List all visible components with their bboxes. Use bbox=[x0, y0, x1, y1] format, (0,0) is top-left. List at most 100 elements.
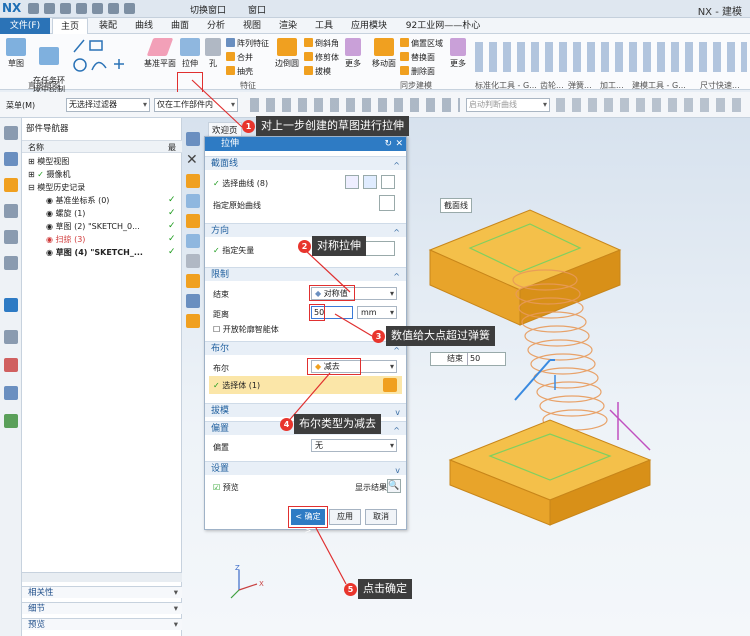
preview-checkbox[interactable]: ☑ 预览 bbox=[213, 482, 239, 493]
tab-home[interactable]: 主页 bbox=[52, 18, 88, 34]
tab-curve[interactable]: 曲线 bbox=[128, 18, 160, 34]
switch-window-button[interactable]: 切换窗口 bbox=[190, 3, 226, 16]
sketch-section-icon[interactable] bbox=[363, 175, 377, 189]
tab-analysis[interactable]: 分析 bbox=[200, 18, 232, 34]
boolean-header[interactable]: 布尔 bbox=[205, 341, 406, 358]
tree-item-sweep[interactable]: ◉ 扫掠 (3) ✓ bbox=[22, 233, 182, 246]
select-curve-label[interactable]: ✓ 选择曲线 (8) bbox=[213, 178, 268, 189]
datum-plane-button[interactable]: 基准平面 bbox=[144, 38, 176, 69]
sketch-button[interactable]: 草图 bbox=[4, 38, 28, 69]
section-header[interactable]: 截面线 bbox=[205, 156, 406, 173]
palette-icon[interactable] bbox=[4, 358, 18, 372]
constraint-navigator-icon[interactable] bbox=[4, 204, 18, 218]
tree-item-cameras[interactable]: ⊞ ✓ 摄像机 bbox=[22, 168, 182, 181]
view-small-icon[interactable] bbox=[186, 254, 200, 268]
web-browser-icon[interactable] bbox=[4, 298, 18, 312]
save-icon[interactable] bbox=[28, 3, 39, 14]
tree-item-sketch-4[interactable]: ◉ 草图 (4) "SKETCH_... ✓ bbox=[22, 246, 182, 259]
body-icon[interactable] bbox=[383, 378, 397, 392]
settings-header[interactable]: 设置 bbox=[205, 461, 406, 478]
gear-icon[interactable] bbox=[4, 126, 18, 140]
show-result-icon[interactable]: 🔍 bbox=[387, 479, 401, 493]
more-sync-button[interactable]: 更多 bbox=[448, 38, 468, 69]
tab-tools[interactable]: 工具 bbox=[308, 18, 340, 34]
curve-icon[interactable] bbox=[381, 175, 395, 189]
draft-button[interactable]: 拔模 bbox=[304, 66, 331, 77]
undo-icon[interactable] bbox=[44, 3, 55, 14]
tab-file[interactable]: 文件(F) bbox=[0, 18, 50, 34]
view-tool-icons[interactable] bbox=[556, 98, 746, 112]
boolean-small-icon[interactable] bbox=[186, 274, 200, 288]
cancel-button[interactable]: 取消 bbox=[365, 509, 397, 525]
details-panel[interactable]: 细节 bbox=[22, 602, 182, 615]
extrude-button[interactable]: 拉伸 bbox=[179, 38, 201, 69]
column-name[interactable]: 名称 bbox=[28, 142, 44, 153]
menu-button[interactable]: 菜单(M) bbox=[6, 100, 35, 111]
replace-face-button[interactable]: 替换面 bbox=[400, 52, 435, 63]
limits-header[interactable]: 限制 bbox=[205, 267, 406, 284]
custom-tool-icons[interactable] bbox=[475, 42, 747, 72]
sweep-small-icon[interactable] bbox=[186, 214, 200, 228]
open-profile-checkbox[interactable]: ☐ 开放轮廓智能体 bbox=[213, 324, 279, 335]
unite-button[interactable]: 合并 bbox=[226, 52, 253, 63]
extrude-small-icon[interactable] bbox=[186, 174, 200, 188]
tree-item-model-views[interactable]: ⊞ 模型视图 bbox=[22, 155, 182, 168]
more-feature-button[interactable]: 更多 bbox=[342, 38, 364, 69]
tab-view[interactable]: 视图 bbox=[236, 18, 268, 34]
tab-92gongye[interactable]: 92工业网——朴心 bbox=[398, 18, 488, 34]
tab-assembly[interactable]: 装配 bbox=[92, 18, 124, 34]
copy-icon[interactable] bbox=[92, 3, 103, 14]
curve-rule-icon[interactable] bbox=[345, 175, 359, 189]
end-onscreen-input[interactable]: 结束 50 bbox=[430, 352, 506, 366]
type-filter-select[interactable]: 无选择过滤器 bbox=[66, 98, 150, 112]
edge-small-icon[interactable] bbox=[186, 314, 200, 328]
column-latest[interactable]: 最 bbox=[168, 142, 176, 153]
chamfer-button[interactable]: 倒斜角 bbox=[304, 38, 339, 49]
select-body-row[interactable]: ✓ 选择体 (1) bbox=[209, 376, 402, 394]
horizontal-scrollbar[interactable] bbox=[22, 572, 182, 582]
direction-header[interactable]: 方向 bbox=[205, 223, 406, 240]
snap-point-icons[interactable] bbox=[250, 98, 460, 112]
shell-button[interactable]: 抽壳 bbox=[226, 66, 253, 77]
trim-body-button[interactable]: 修剪体 bbox=[304, 52, 339, 63]
repeat-icon[interactable] bbox=[124, 3, 135, 14]
assembly-navigator-icon[interactable] bbox=[4, 178, 18, 192]
tab-applications[interactable]: 应用模块 bbox=[344, 18, 394, 34]
move-face-button[interactable]: 移动面 bbox=[370, 38, 398, 69]
sketch-curve-tools[interactable] bbox=[70, 38, 132, 74]
pattern-feature-button[interactable]: 阵列特征 bbox=[226, 38, 269, 49]
unit-select[interactable]: mm bbox=[357, 306, 397, 319]
redo-icon[interactable] bbox=[60, 3, 71, 14]
cut-icon[interactable] bbox=[76, 3, 87, 14]
datum-small-icon[interactable] bbox=[186, 234, 200, 248]
layer-small-icon[interactable] bbox=[186, 294, 200, 308]
delete-face-button[interactable]: 删除面 bbox=[400, 66, 435, 77]
hd3d-icon[interactable] bbox=[4, 256, 18, 270]
edge-blend-button[interactable]: 边倒圆 bbox=[274, 38, 300, 69]
reset-icon[interactable]: ↻ bbox=[384, 137, 392, 151]
tree-item-sketch-2[interactable]: ◉ 草图 (2) "SKETCH_0... ✓ bbox=[22, 220, 182, 233]
history-icon[interactable] bbox=[4, 330, 18, 344]
tree-item-helix[interactable]: ◉ 螺旋 (1) ✓ bbox=[22, 207, 182, 220]
tab-surface[interactable]: 曲面 bbox=[164, 18, 196, 34]
curve-rule-select[interactable]: 启动判断曲线 bbox=[466, 98, 550, 112]
scope-select[interactable]: 仅在工作部件内 bbox=[154, 98, 238, 112]
origin-curve-icon[interactable] bbox=[379, 195, 395, 211]
apply-button[interactable]: 应用 bbox=[329, 509, 361, 525]
process-studio-icon[interactable] bbox=[4, 386, 18, 400]
preview-panel[interactable]: 预览 bbox=[22, 618, 182, 631]
reuse-library-icon[interactable] bbox=[4, 230, 18, 244]
close-icon[interactable]: ✕ bbox=[186, 152, 198, 168]
dependencies-panel[interactable]: 相关性 bbox=[22, 586, 182, 599]
tree-item-model-history[interactable]: ⊟ 模型历史记录 bbox=[22, 181, 182, 194]
part-navigator-icon[interactable] bbox=[4, 152, 18, 166]
close-icon[interactable]: ✕ bbox=[395, 137, 403, 151]
revolve-small-icon[interactable] bbox=[186, 194, 200, 208]
paste-icon[interactable] bbox=[108, 3, 119, 14]
offset-region-button[interactable]: 偏置区域 bbox=[400, 38, 443, 49]
specify-vector-label[interactable]: ✓ 指定矢量 bbox=[213, 245, 254, 256]
tree-item-datum-csys[interactable]: ◉ 基准坐标系 (0) ✓ bbox=[22, 194, 182, 207]
undo-selection-icon[interactable] bbox=[186, 132, 200, 146]
direction-arrow[interactable] bbox=[514, 359, 551, 401]
window-menu[interactable]: 窗口 bbox=[248, 3, 266, 16]
